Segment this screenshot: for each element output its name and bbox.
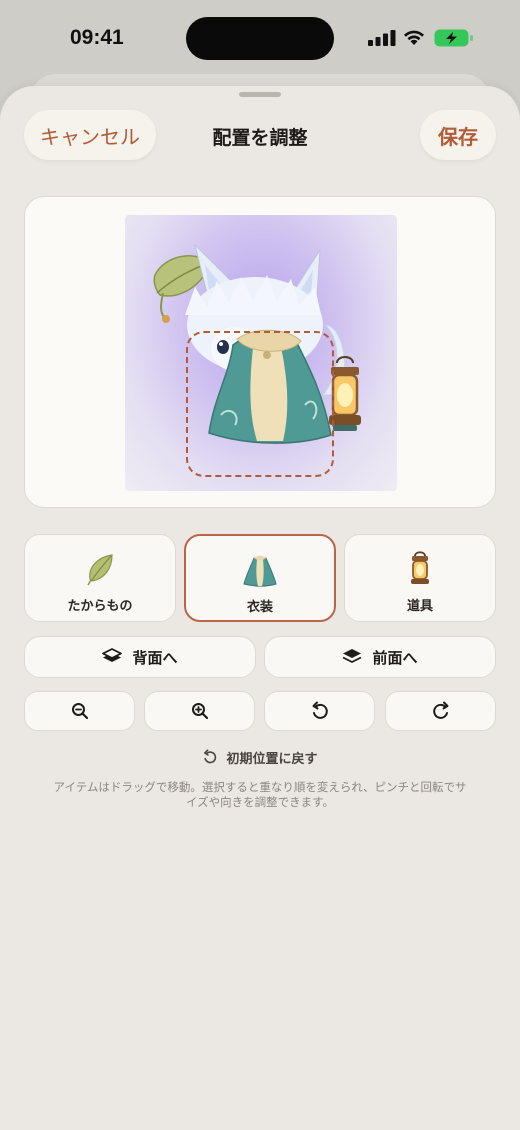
reset-position-button[interactable]: 初期位置に戻す — [0, 746, 520, 768]
status-bar: 09:41 — [0, 0, 520, 70]
status-time: 09:41 — [70, 26, 124, 49]
dynamic-island — [186, 17, 334, 60]
sheet-title: 配置を調整 — [212, 127, 308, 149]
rotate-right-button[interactable] — [385, 691, 496, 731]
send-backward-label: 背面へ — [132, 648, 178, 667]
reset-label: 初期位置に戻す — [226, 751, 318, 767]
item-tile-tool[interactable]: 道具 — [344, 534, 496, 622]
rotate-left-button[interactable] — [264, 691, 375, 731]
layers-front-icon — [343, 649, 362, 663]
lantern-icon — [411, 551, 429, 584]
adjust-sheet: キャンセル 配置を調整 保存 たからもの 衣装 道具 背面へ 前面へ 初期位置に… — [0, 86, 520, 1130]
wifi-icon — [404, 30, 424, 45]
item-tile-label: たからもの — [67, 599, 133, 614]
selection-box[interactable] — [186, 331, 334, 477]
zoom-in-icon — [191, 703, 208, 720]
save-button[interactable]: 保存 — [420, 110, 496, 160]
bring-forward-button[interactable]: 前面へ — [264, 636, 496, 678]
cape-icon — [243, 555, 277, 587]
layers-back-icon — [102, 648, 123, 662]
help-text: アイテムはドラッグで移動。選択すると重なり順を変えられ、ピンチと回転でサイズや向… — [53, 780, 467, 809]
battery-charging-icon — [434, 29, 473, 47]
cancel-button[interactable]: キャンセル — [24, 110, 156, 160]
rotate-left-icon — [312, 701, 328, 719]
item-tile-label: 衣装 — [246, 600, 273, 615]
item-tile-label: 道具 — [406, 599, 433, 614]
zoom-in-button[interactable] — [144, 691, 255, 731]
leaf-icon — [87, 554, 113, 586]
preview-canvas — [24, 196, 496, 508]
send-backward-button[interactable]: 背面へ — [24, 636, 256, 678]
item-tile-treasure[interactable]: たからもの — [24, 534, 176, 622]
zoom-out-icon — [71, 703, 88, 720]
sheet-grabber[interactable] — [239, 92, 281, 97]
zoom-out-button[interactable] — [24, 691, 135, 731]
item-tile-costume[interactable]: 衣装 — [184, 534, 336, 622]
rotate-right-icon — [432, 701, 448, 719]
reset-icon — [204, 749, 217, 764]
bring-forward-label: 前面へ — [372, 648, 418, 667]
cellular-signal-icon — [368, 30, 396, 46]
